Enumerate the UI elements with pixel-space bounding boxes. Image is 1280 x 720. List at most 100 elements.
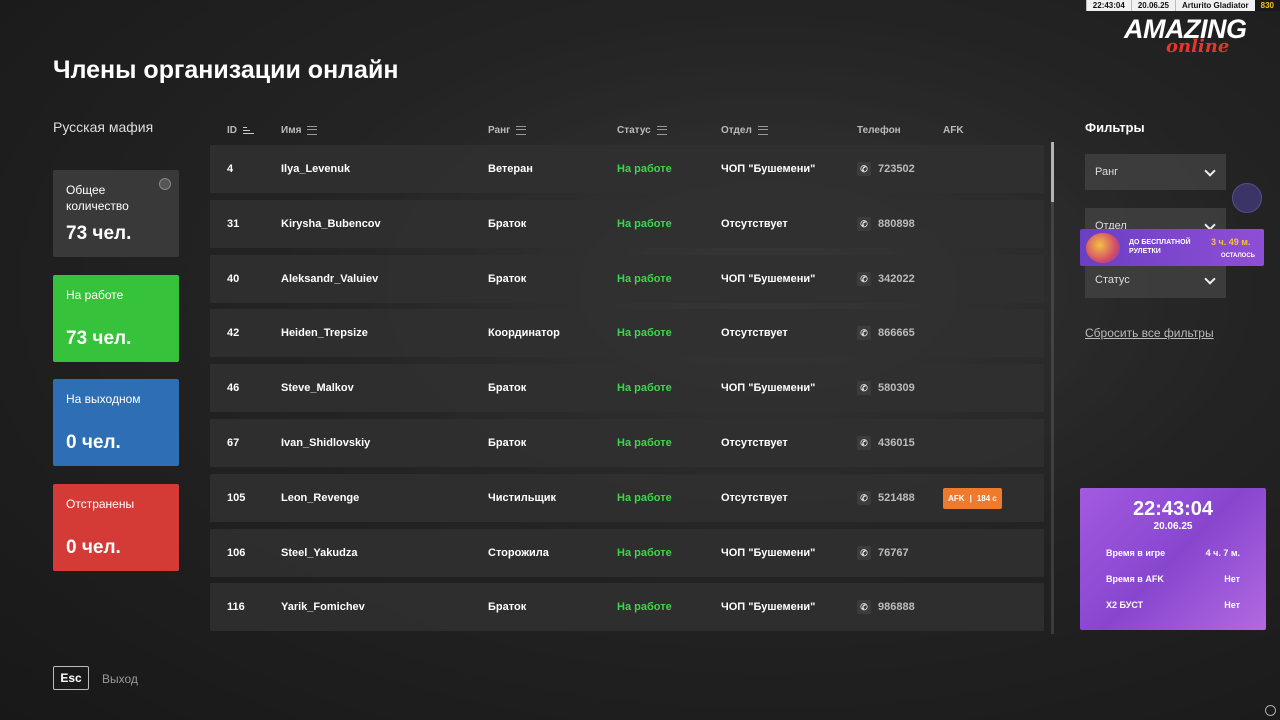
member-rank: Браток bbox=[488, 273, 527, 285]
scrollbar-thumb[interactable] bbox=[1051, 142, 1054, 202]
table-row[interactable]: 4 Ilya_Levenuk Ветеран На работе ЧОП "Бу… bbox=[210, 145, 1044, 193]
member-id: 4 bbox=[227, 163, 234, 175]
member-rank: Браток bbox=[488, 437, 527, 449]
member-id: 116 bbox=[227, 601, 245, 613]
table-row[interactable]: 116 Yarik_Fomichev Браток На работе ЧОП … bbox=[210, 583, 1044, 631]
member-status: На работе bbox=[617, 327, 672, 339]
column-header-dept[interactable]: Отдел bbox=[721, 125, 768, 136]
member-dept: ЧОП "Бушемени" bbox=[721, 273, 816, 285]
column-header-name[interactable]: Имя bbox=[281, 125, 318, 136]
member-status: На работе bbox=[617, 547, 672, 559]
exit-label[interactable]: Выход bbox=[102, 672, 138, 686]
table-row[interactable]: 106 Steel_Yakudza Сторожила На работе ЧО… bbox=[210, 529, 1044, 577]
roulette-icon bbox=[1086, 233, 1120, 263]
table-row[interactable]: 31 Kirysha_Bubencov Браток На работе Отс… bbox=[210, 200, 1044, 248]
settings-icon[interactable] bbox=[1265, 705, 1276, 716]
table-row[interactable]: 105 Leon_Revenge Чистильщик На работе От… bbox=[210, 474, 1044, 522]
table-row[interactable]: 40 Aleksandr_Valuiev Браток На работе ЧО… bbox=[210, 255, 1044, 303]
game-logo: AMAZING online bbox=[1124, 14, 1268, 57]
stat-card-suspended[interactable]: Отстранены 0 чел. bbox=[53, 484, 179, 571]
info-value: Нет bbox=[1224, 574, 1240, 584]
phone-number: 880898 bbox=[878, 218, 915, 230]
stat-card-day-off[interactable]: На выходном 0 чел. bbox=[53, 379, 179, 466]
header-label: Ранг bbox=[488, 125, 511, 136]
member-name: Steve_Malkov bbox=[281, 382, 354, 394]
member-phone[interactable]: ✆ 723502 bbox=[857, 145, 915, 193]
member-phone[interactable]: ✆ 580309 bbox=[857, 364, 915, 412]
table-scrollbar[interactable] bbox=[1051, 142, 1054, 634]
stat-value: 0 чел. bbox=[66, 537, 121, 558]
member-id: 42 bbox=[227, 327, 240, 339]
filter-rank-select[interactable]: Ранг bbox=[1085, 154, 1226, 190]
topbar-level: 830 bbox=[1254, 0, 1280, 11]
phone-icon: ✆ bbox=[857, 326, 871, 340]
esc-key-button[interactable]: Esc bbox=[53, 666, 89, 690]
member-phone[interactable]: ✆ 436015 bbox=[857, 419, 915, 467]
afk-badge-label: AFK bbox=[948, 494, 965, 503]
member-id: 67 bbox=[227, 437, 240, 449]
member-name: Yarik_Fomichev bbox=[281, 601, 365, 613]
member-status: На работе bbox=[617, 437, 672, 449]
member-phone[interactable]: ✆ 986888 bbox=[857, 583, 915, 631]
member-phone[interactable]: ✆ 76767 bbox=[857, 529, 909, 577]
member-dept: ЧОП "Бушемени" bbox=[721, 547, 816, 559]
table-row[interactable]: 46 Steve_Malkov Браток На работе ЧОП "Бу… bbox=[210, 364, 1044, 412]
member-name: Kirysha_Bubencov bbox=[281, 218, 381, 230]
roulette-promo-banner[interactable]: ДО БЕСПЛАТНОЙ РУЛЕТКИ 3 ч. 49 м. ОСТАЛОС… bbox=[1080, 229, 1264, 266]
column-header-rank[interactable]: Ранг bbox=[488, 125, 527, 136]
column-header-phone: Телефон bbox=[857, 125, 901, 136]
member-phone[interactable]: ✆ 342022 bbox=[857, 255, 915, 303]
phone-icon: ✆ bbox=[857, 272, 871, 286]
member-phone[interactable]: ✆ 866665 bbox=[857, 309, 915, 357]
organization-name: Русская мафия bbox=[53, 119, 154, 135]
member-id: 31 bbox=[227, 218, 240, 230]
select-label: Статус bbox=[1095, 274, 1130, 286]
member-dept: ЧОП "Бушемени" bbox=[721, 163, 816, 175]
column-header-id[interactable]: ID bbox=[227, 125, 254, 136]
member-status: На работе bbox=[617, 492, 672, 504]
phone-number: 986888 bbox=[878, 601, 915, 613]
member-rank: Ветеран bbox=[488, 163, 533, 175]
header-label: Отдел bbox=[721, 125, 752, 136]
promo-text: ДО БЕСПЛАТНОЙ РУЛЕТКИ bbox=[1129, 239, 1191, 255]
header-label: ID bbox=[227, 125, 237, 136]
reset-filters-link[interactable]: Сбросить все фильтры bbox=[1085, 326, 1214, 340]
sort-ascending-icon bbox=[243, 126, 254, 135]
phone-number: 723502 bbox=[878, 163, 915, 175]
member-rank: Браток bbox=[488, 382, 527, 394]
table-row[interactable]: 42 Heiden_Trepsize Координатор На работе… bbox=[210, 309, 1044, 357]
member-dept: Отсутствует bbox=[721, 437, 788, 449]
phone-icon: ✆ bbox=[857, 436, 871, 450]
phone-number: 436015 bbox=[878, 437, 915, 449]
column-header-status[interactable]: Статус bbox=[617, 125, 667, 136]
table-row[interactable]: 67 Ivan_Shidlovskiy Браток На работе Отс… bbox=[210, 419, 1044, 467]
member-dept: ЧОП "Бушемени" bbox=[721, 601, 816, 613]
member-status: На работе bbox=[617, 273, 672, 285]
member-dept: Отсутствует bbox=[721, 218, 788, 230]
stat-label: Общее количество bbox=[66, 183, 129, 213]
stat-card-at-work[interactable]: На работе 73 чел. bbox=[53, 275, 179, 362]
member-status: На работе bbox=[617, 601, 672, 613]
member-dept: Отсутствует bbox=[721, 327, 788, 339]
promo-remaining-label: ОСТАЛОСЬ bbox=[1220, 253, 1255, 259]
chevron-down-icon bbox=[1204, 273, 1216, 285]
info-label: X2 БУСТ bbox=[1106, 600, 1144, 610]
member-status: На работе bbox=[617, 382, 672, 394]
page-title: Члены организации онлайн bbox=[53, 56, 399, 84]
sort-icon bbox=[307, 126, 318, 135]
member-name: Ivan_Shidlovskiy bbox=[281, 437, 371, 449]
stat-card-total[interactable]: Общее количество 73 чел. bbox=[53, 170, 179, 257]
info-label: Время в игре bbox=[1106, 548, 1166, 558]
member-name: Steel_Yakudza bbox=[281, 547, 358, 559]
member-phone[interactable]: ✆ 880898 bbox=[857, 200, 915, 248]
logo-sub-text: online bbox=[1166, 36, 1230, 57]
topbar-date: 20.06.25 bbox=[1130, 0, 1175, 11]
phone-number: 521488 bbox=[878, 492, 915, 504]
member-id: 106 bbox=[227, 547, 246, 559]
member-id: 105 bbox=[227, 492, 246, 504]
top-status-bar: 22:43:04 20.06.25 Arturito Gladiator 830 bbox=[1085, 0, 1280, 11]
filter-status-select[interactable]: Статус bbox=[1085, 262, 1226, 298]
member-id: 40 bbox=[227, 273, 240, 285]
member-phone[interactable]: ✆ 521488 bbox=[857, 474, 915, 522]
phone-icon: ✆ bbox=[857, 600, 871, 614]
